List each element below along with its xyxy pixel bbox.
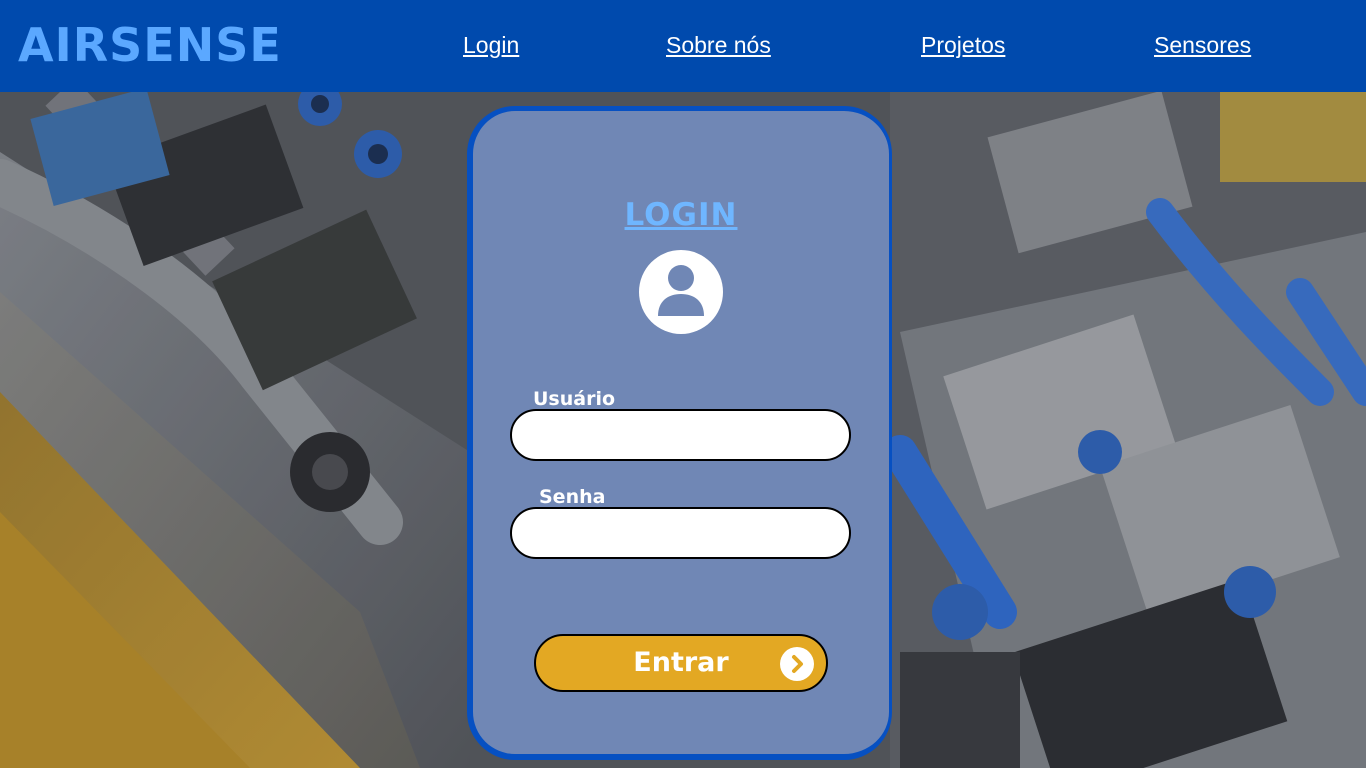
brand-logo[interactable]: AIRSENSE <box>18 18 282 72</box>
login-card: LOGIN Usuário Senha Entrar <box>467 106 892 760</box>
nav-link-about[interactable]: Sobre nós <box>666 30 771 60</box>
nav-link-login[interactable]: Login <box>463 30 519 60</box>
login-title: LOGIN <box>624 197 738 233</box>
login-page: AIRSENSE Login Sobre nós Projetos Sensor… <box>0 0 1366 768</box>
user-avatar-icon <box>639 250 723 334</box>
password-input[interactable] <box>510 507 851 559</box>
username-label: Usuário <box>533 388 616 410</box>
password-label: Senha <box>539 486 606 508</box>
nav-link-sensors[interactable]: Sensores <box>1154 30 1251 60</box>
username-input[interactable] <box>510 409 851 461</box>
nav-link-projects[interactable]: Projetos <box>921 30 1005 60</box>
enter-button[interactable]: Entrar <box>534 634 828 692</box>
top-navbar: AIRSENSE Login Sobre nós Projetos Sensor… <box>0 0 1366 92</box>
chevron-right-icon <box>780 647 814 681</box>
